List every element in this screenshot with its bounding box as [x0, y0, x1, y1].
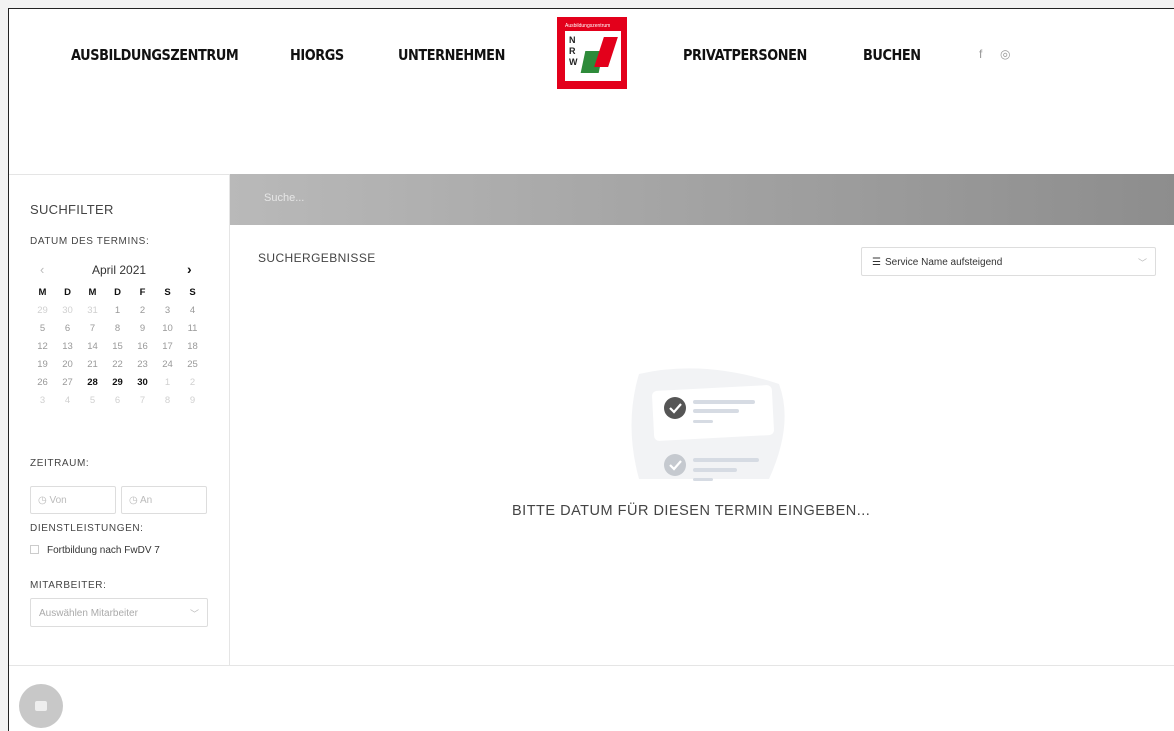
calendar-weekday: S — [189, 287, 196, 298]
calendar-day[interactable]: 29 — [105, 377, 130, 395]
calendar-day[interactable]: 2 — [130, 305, 155, 323]
chevron-down-icon: ﹀ — [1137, 258, 1147, 268]
calendar-header: ‹ April 2021 › — [30, 261, 207, 279]
calendar-day[interactable]: 31 — [80, 305, 105, 323]
calendar-day[interactable]: 8 — [105, 323, 130, 341]
service-option-label: Fortbildung nach FwDV 7 — [47, 545, 160, 556]
empty-results-message: BITTE DATUM FÜR DIESEN TERMIN EINGEBEN..… — [512, 503, 871, 519]
search-bar — [230, 174, 1174, 225]
calendar-day[interactable]: 30 — [55, 305, 80, 323]
facebook-icon[interactable]: f — [979, 47, 982, 61]
chevron-down-icon: ﹀ — [189, 609, 199, 619]
calendar-day[interactable]: 24 — [155, 359, 180, 377]
sort-value: Service Name aufsteigend — [884, 257, 1003, 268]
calendar-day[interactable]: 27 — [55, 377, 80, 395]
calendar-day[interactable]: 1 — [105, 305, 130, 323]
calendar-weekday: M — [38, 287, 47, 298]
calendar-day[interactable]: 17 — [155, 341, 180, 359]
calendar-day[interactable]: 30 — [130, 377, 155, 395]
calendar-day[interactable]: 6 — [105, 395, 130, 413]
calendar-day[interactable]: 1 — [155, 377, 180, 395]
empty-results-illustration — [631, 368, 785, 481]
calendar-day[interactable]: 16 — [130, 341, 155, 359]
calendar-day[interactable]: 8 — [155, 395, 180, 413]
calendar-month: April 2021 — [92, 263, 147, 277]
employee-label: MITARBEITER: — [30, 580, 107, 591]
calendar-day[interactable]: 11 — [180, 323, 205, 341]
logo-red-shape — [594, 37, 618, 67]
logo[interactable]: Ausbildungszentrum N R W — [557, 17, 627, 89]
logo-text: Ausbildungszentrum — [565, 23, 611, 29]
sidebar-title: SUCHFILTER — [30, 202, 114, 217]
calendar-day[interactable]: 3 — [30, 395, 55, 413]
chat-button[interactable] — [19, 684, 63, 728]
footer-divider — [9, 665, 1174, 666]
time-from-input[interactable]: ◷ Von — [30, 486, 116, 514]
employee-select[interactable]: Auswählen Mitarbeiter ﹀ — [30, 598, 208, 627]
calendar-day[interactable]: 13 — [55, 341, 80, 359]
sort-select[interactable]: ☰ Service Name aufsteigend ﹀ — [861, 247, 1156, 276]
page-frame: AUSBILDUNGSZENTRUM HIORGS UNTERNEHMEN Au… — [8, 8, 1174, 731]
calendar-day[interactable]: 29 — [30, 305, 55, 323]
chat-icon — [35, 701, 47, 711]
calendar-day[interactable]: 4 — [180, 305, 205, 323]
calendar-weekday: F — [139, 287, 146, 298]
top-navigation: AUSBILDUNGSZENTRUM HIORGS UNTERNEHMEN Au… — [9, 9, 1174, 174]
calendar-day[interactable]: 2 — [180, 377, 205, 395]
chevron-left-icon[interactable]: ‹ — [40, 262, 44, 277]
employee-select-value: Auswählen Mitarbeiter — [39, 608, 138, 619]
search-filter-sidebar: SUCHFILTER DATUM DES TERMINS: ‹ April 20… — [9, 174, 230, 665]
nav-privatpersonen[interactable]: PRIVATPERSONEN — [683, 46, 807, 64]
services-label: DIENSTLEISTUNGEN: — [30, 523, 144, 534]
date-label: DATUM DES TERMINS: — [30, 236, 150, 247]
logo-nrw: N R W — [569, 35, 578, 67]
calendar-day[interactable]: 20 — [55, 359, 80, 377]
zeitraum-label: ZEITRAUM: — [30, 458, 90, 469]
search-input[interactable] — [264, 192, 564, 204]
service-checkbox[interactable]: Fortbildung nach FwDV 7 — [30, 545, 160, 556]
calendar-day[interactable]: 9 — [130, 323, 155, 341]
calendar-day[interactable]: 21 — [80, 359, 105, 377]
calendar-weekday: M — [88, 287, 97, 298]
nav-ausbildungszentrum[interactable]: AUSBILDUNGSZENTRUM — [71, 46, 239, 64]
calendar-day[interactable]: 7 — [130, 395, 155, 413]
logo-emblem: N R W — [565, 31, 621, 81]
calendar-day[interactable]: 28 — [80, 377, 105, 395]
calendar-day[interactable]: 19 — [30, 359, 55, 377]
calendar-weekday: D — [114, 287, 121, 298]
calendar-day[interactable]: 12 — [30, 341, 55, 359]
nav-hiorgs[interactable]: HIORGS — [290, 46, 344, 64]
nav-unternehmen[interactable]: UNTERNEHMEN — [398, 46, 505, 64]
calendar-grid: M D M D F S S 29 30 31 1 2 3 4 5 6 7 8 9 10 11 12 13 14 15 16 17 18… — [30, 287, 207, 413]
checkbox-icon[interactable] — [30, 545, 39, 554]
calendar-day[interactable]: 5 — [30, 323, 55, 341]
calendar-day[interactable]: 23 — [130, 359, 155, 377]
calendar-day[interactable]: 25 — [180, 359, 205, 377]
calendar-day[interactable]: 9 — [180, 395, 205, 413]
chevron-right-icon[interactable]: › — [187, 261, 192, 277]
instagram-icon[interactable]: ◎ — [1000, 47, 1010, 61]
calendar-day[interactable]: 22 — [105, 359, 130, 377]
calendar-day[interactable]: 4 — [55, 395, 80, 413]
time-to-input[interactable]: ◷ An — [121, 486, 207, 514]
nav-buchen[interactable]: BUCHEN — [863, 46, 921, 64]
calendar-day[interactable]: 14 — [80, 341, 105, 359]
calendar-weekday: D — [64, 287, 71, 298]
calendar-day[interactable]: 15 — [105, 341, 130, 359]
calendar-day[interactable]: 3 — [155, 305, 180, 323]
calendar-weekday: S — [164, 287, 171, 298]
calendar-day[interactable]: 18 — [180, 341, 205, 359]
sort-icon: ☰ — [872, 257, 881, 268]
calendar-day[interactable]: 10 — [155, 323, 180, 341]
calendar-day[interactable]: 7 — [80, 323, 105, 341]
calendar-day[interactable]: 5 — [80, 395, 105, 413]
results-title: SUCHERGEBNISSE — [258, 251, 376, 265]
calendar-day[interactable]: 26 — [30, 377, 55, 395]
calendar-day[interactable]: 6 — [55, 323, 80, 341]
